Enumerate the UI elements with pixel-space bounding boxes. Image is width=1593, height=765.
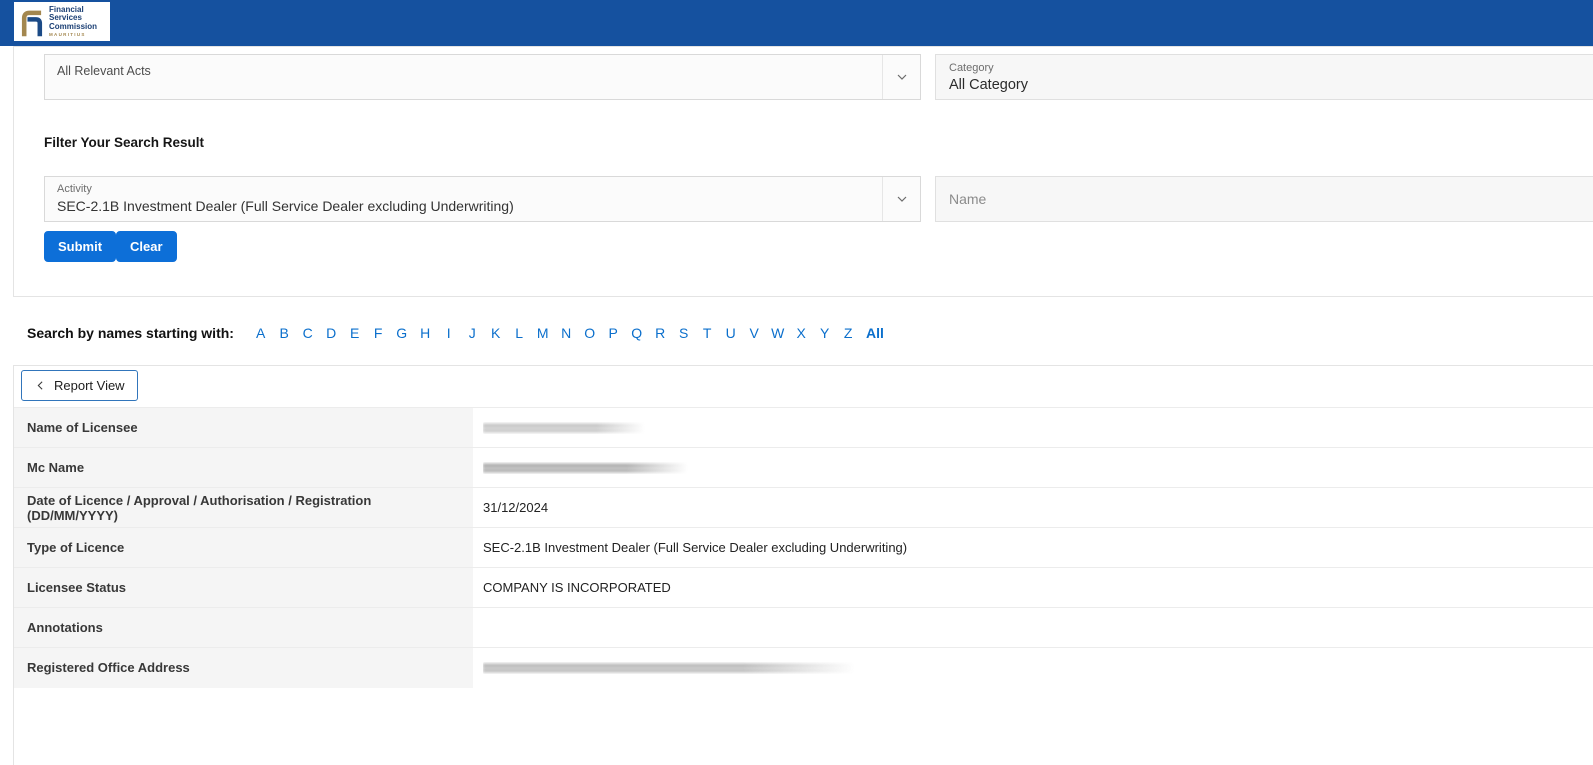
activity-value: SEC-2.1B Investment Dealer (Full Service… — [57, 198, 908, 214]
report-view-label: Report View — [54, 378, 125, 393]
letter-link-D[interactable]: D — [319, 325, 343, 341]
row-label: Licensee Status — [14, 568, 473, 608]
search-panel-card: All Relevant Acts Category All Category … — [13, 46, 1593, 297]
letter-link-H[interactable]: H — [413, 325, 437, 341]
report-view-button[interactable]: Report View — [21, 370, 138, 401]
letter-link-U[interactable]: U — [719, 325, 743, 341]
table-row: Name of Licensee — [14, 408, 1593, 448]
letter-link-Z[interactable]: Z — [836, 325, 860, 341]
row-value — [473, 448, 1593, 488]
clear-button[interactable]: Clear — [116, 231, 177, 262]
fsc-logo-text: Financial Services Commission MAURITIUS — [49, 6, 97, 38]
letter-link-all[interactable]: All — [866, 325, 884, 341]
filter-search-heading: Filter Your Search Result — [44, 135, 204, 150]
letter-link-K[interactable]: K — [484, 325, 508, 341]
table-row: Licensee Status COMPANY IS INCORPORATED — [14, 568, 1593, 608]
letter-link-P[interactable]: P — [601, 325, 625, 341]
letter-link-C[interactable]: C — [296, 325, 320, 341]
fsc-logo-icon — [19, 6, 45, 38]
category-value: All Category — [949, 77, 1593, 93]
alphabet-bar-label: Search by names starting with: — [27, 325, 234, 341]
alphabet-letters: ABCDEFGHIJKLMNOPQRSTUVWXYZ All — [249, 325, 884, 341]
activity-select[interactable]: Activity SEC-2.1B Investment Dealer (Ful… — [44, 176, 921, 222]
fsc-logo[interactable]: Financial Services Commission MAURITIUS — [14, 2, 110, 41]
letter-link-A[interactable]: A — [249, 325, 273, 341]
letter-link-O[interactable]: O — [578, 325, 602, 341]
table-row: Date of Licence / Approval / Authorisati… — [14, 488, 1593, 528]
activity-label: Activity — [57, 183, 908, 195]
chevron-left-icon — [34, 379, 47, 392]
category-label: Category — [949, 62, 1593, 74]
letter-link-N[interactable]: N — [554, 325, 578, 341]
relevant-acts-value: All Relevant Acts — [57, 64, 151, 78]
table-row: Registered Office Address — [14, 648, 1593, 688]
row-label: Name of Licensee — [14, 408, 473, 448]
redacted-value-bar — [483, 422, 645, 434]
name-input[interactable] — [935, 176, 1593, 222]
logo-subtitle: MAURITIUS — [49, 33, 97, 38]
row-value — [473, 608, 1593, 648]
category-field[interactable]: Category All Category — [935, 54, 1593, 100]
letter-link-F[interactable]: F — [366, 325, 390, 341]
row-value — [473, 648, 1593, 688]
letter-link-W[interactable]: W — [766, 325, 790, 341]
table-row: Annotations — [14, 608, 1593, 648]
row-label: Type of Licence — [14, 528, 473, 568]
letter-link-J[interactable]: J — [460, 325, 484, 341]
redacted-value-bar — [483, 462, 688, 474]
row-label: Registered Office Address — [14, 648, 473, 688]
row-value — [473, 408, 1593, 448]
row-label: Mc Name — [14, 448, 473, 488]
submit-button[interactable]: Submit — [44, 231, 116, 262]
top-header-bar: Financial Services Commission MAURITIUS — [0, 0, 1593, 46]
logo-line-3: Commission — [49, 23, 97, 32]
row-value: SEC-2.1B Investment Dealer (Full Service… — [473, 528, 1593, 568]
letter-link-M[interactable]: M — [531, 325, 555, 341]
letter-link-T[interactable]: T — [695, 325, 719, 341]
chevron-down-icon — [882, 177, 920, 221]
letter-link-R[interactable]: R — [648, 325, 672, 341]
redacted-value-bar — [483, 662, 855, 674]
chevron-down-icon — [882, 55, 920, 99]
letter-link-X[interactable]: X — [789, 325, 813, 341]
letter-link-I[interactable]: I — [437, 325, 461, 341]
letter-link-V[interactable]: V — [742, 325, 766, 341]
letter-link-E[interactable]: E — [343, 325, 367, 341]
licensee-table: Name of Licensee Mc Name Date of Licence… — [14, 407, 1593, 688]
row-label: Date of Licence / Approval / Authorisati… — [14, 488, 473, 528]
letter-link-S[interactable]: S — [672, 325, 696, 341]
row-label: Annotations — [14, 608, 473, 648]
alphabet-search-bar: Search by names starting with: ABCDEFGHI… — [27, 325, 884, 341]
relevant-acts-select[interactable]: All Relevant Acts — [44, 54, 921, 100]
letter-link-B[interactable]: B — [272, 325, 296, 341]
table-row: Mc Name — [14, 448, 1593, 488]
letter-link-L[interactable]: L — [507, 325, 531, 341]
letter-link-Y[interactable]: Y — [813, 325, 837, 341]
licensee-table-body: Name of Licensee Mc Name Date of Licence… — [14, 408, 1593, 688]
row-value: COMPANY IS INCORPORATED — [473, 568, 1593, 608]
letter-link-Q[interactable]: Q — [625, 325, 649, 341]
row-value: 31/12/2024 — [473, 488, 1593, 528]
licensee-report-card: Report View Name of Licensee Mc Name Dat… — [13, 365, 1593, 765]
table-row: Type of Licence SEC-2.1B Investment Deal… — [14, 528, 1593, 568]
letter-link-G[interactable]: G — [390, 325, 414, 341]
